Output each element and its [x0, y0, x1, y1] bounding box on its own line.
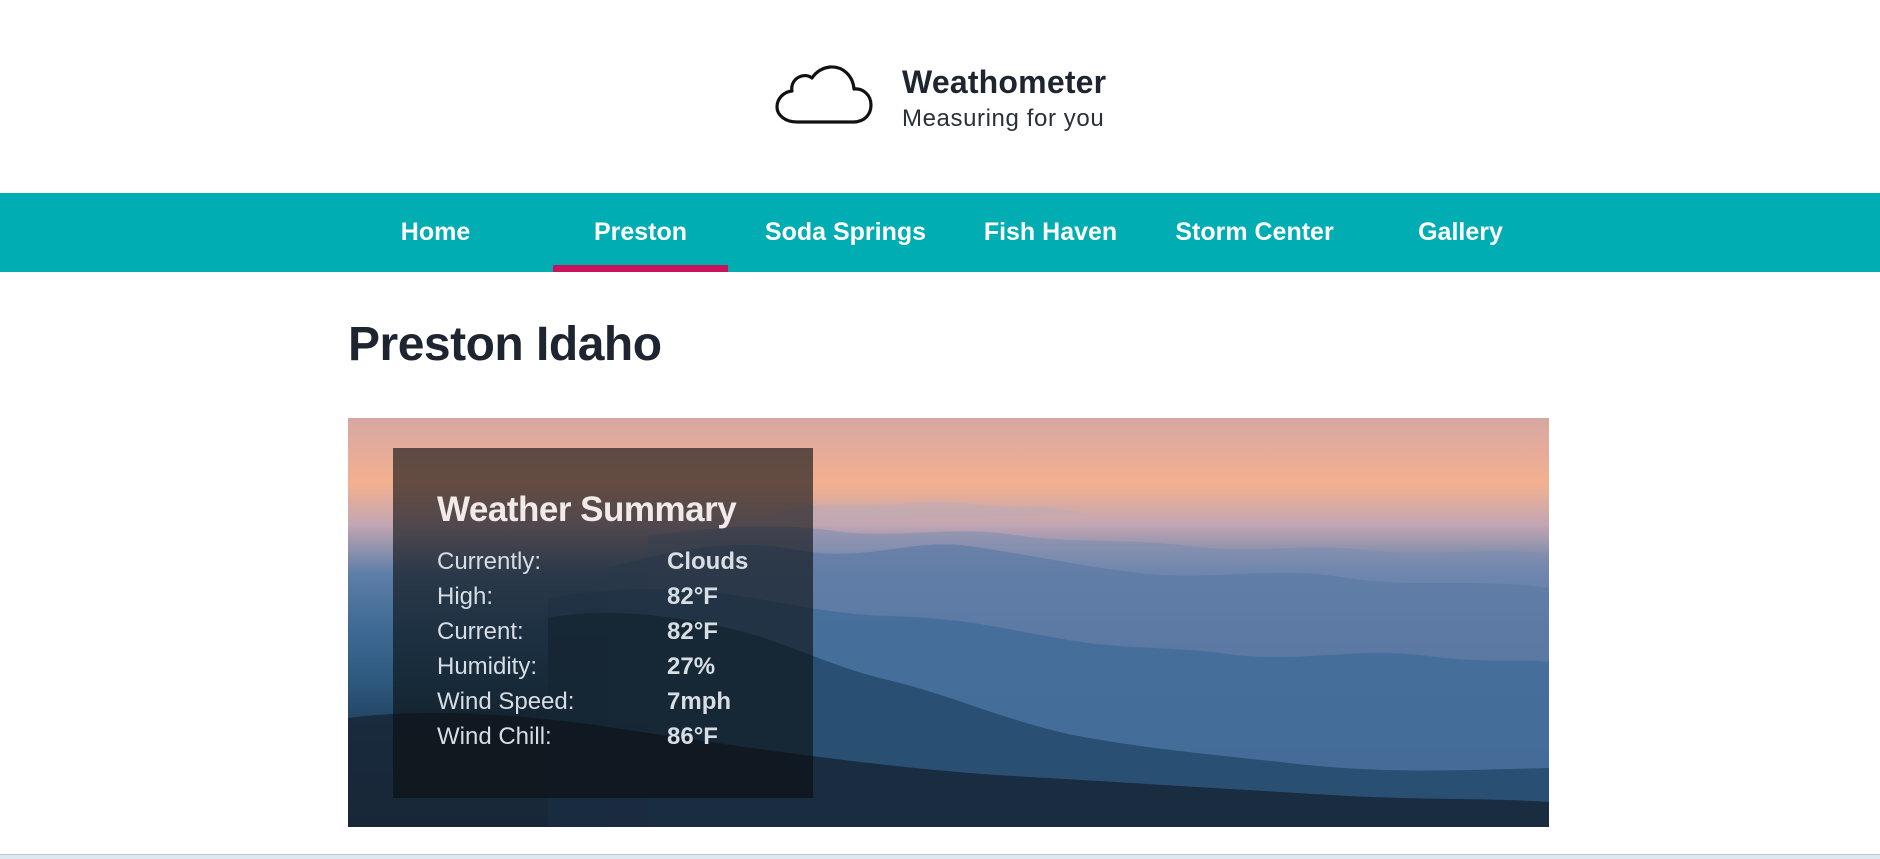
- nav-item-preston[interactable]: Preston: [553, 193, 728, 272]
- summary-value: 7mph: [667, 687, 732, 715]
- window-bottom-edge: [0, 854, 1880, 859]
- summary-label: High:: [437, 582, 494, 610]
- nav-item-fish-haven[interactable]: Fish Haven: [963, 193, 1138, 272]
- nav-item-gallery[interactable]: Gallery: [1373, 193, 1548, 272]
- weather-summary-title: Weather Summary: [437, 490, 737, 529]
- summary-label: Wind Chill:: [437, 722, 552, 750]
- summary-row: Wind Speed: 7mph: [437, 684, 813, 719]
- main-nav: Home Preston Soda Springs Fish Haven Sto…: [0, 193, 1880, 272]
- summary-value: 82°F: [667, 617, 718, 645]
- brand[interactable]: Weathometer Measuring for you: [902, 62, 1106, 134]
- brand-name: Weathometer: [902, 64, 1107, 100]
- summary-value: 86°F: [667, 722, 718, 750]
- summary-label: Wind Speed:: [437, 687, 575, 715]
- summary-row: Currently: Clouds: [437, 544, 813, 579]
- hero-image: Weather Summary Currently: Clouds High: …: [348, 418, 1549, 827]
- nav-item-home[interactable]: Home: [348, 193, 523, 272]
- nav-item-soda-springs[interactable]: Soda Springs: [758, 193, 933, 272]
- weather-summary-panel: Weather Summary Currently: Clouds High: …: [393, 448, 813, 798]
- site-header: Weathometer Measuring for you: [0, 0, 1880, 193]
- summary-row: Humidity: 27%: [437, 649, 813, 684]
- summary-value: 82°F: [667, 582, 718, 610]
- summary-label: Currently:: [437, 547, 542, 575]
- summary-row: Wind Chill: 86°F: [437, 719, 813, 754]
- summary-value: 27%: [667, 652, 716, 680]
- summary-row: Current: 82°F: [437, 614, 813, 649]
- summary-label: Current:: [437, 617, 524, 645]
- cloud-icon: [775, 65, 873, 124]
- summary-row: High: 82°F: [437, 579, 813, 614]
- page-title: Preston Idaho: [348, 318, 662, 371]
- nav-item-storm-center[interactable]: Storm Center: [1167, 193, 1342, 272]
- brand-tagline: Measuring for you: [902, 105, 1105, 132]
- summary-value: Clouds: [667, 547, 749, 575]
- summary-label: Humidity:: [437, 652, 538, 680]
